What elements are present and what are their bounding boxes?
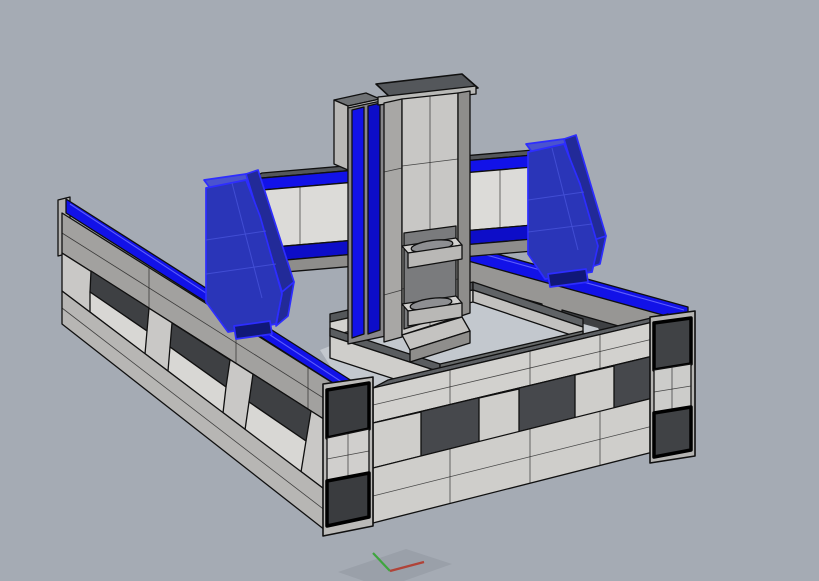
z-rail-strip bbox=[368, 103, 380, 334]
motor-mount-side bbox=[334, 100, 348, 170]
column-right-sliver bbox=[458, 91, 470, 317]
corner-mid-section bbox=[654, 364, 691, 413]
tube-end-opening bbox=[654, 407, 691, 457]
z-axis-column[interactable] bbox=[334, 74, 478, 362]
z-rail-strip bbox=[352, 107, 364, 338]
column-side-face bbox=[384, 99, 402, 342]
tube-end-opening bbox=[327, 473, 369, 526]
model-scene[interactable] bbox=[0, 0, 819, 581]
tube-end-opening bbox=[654, 318, 691, 370]
cad-viewport[interactable] bbox=[0, 0, 819, 581]
